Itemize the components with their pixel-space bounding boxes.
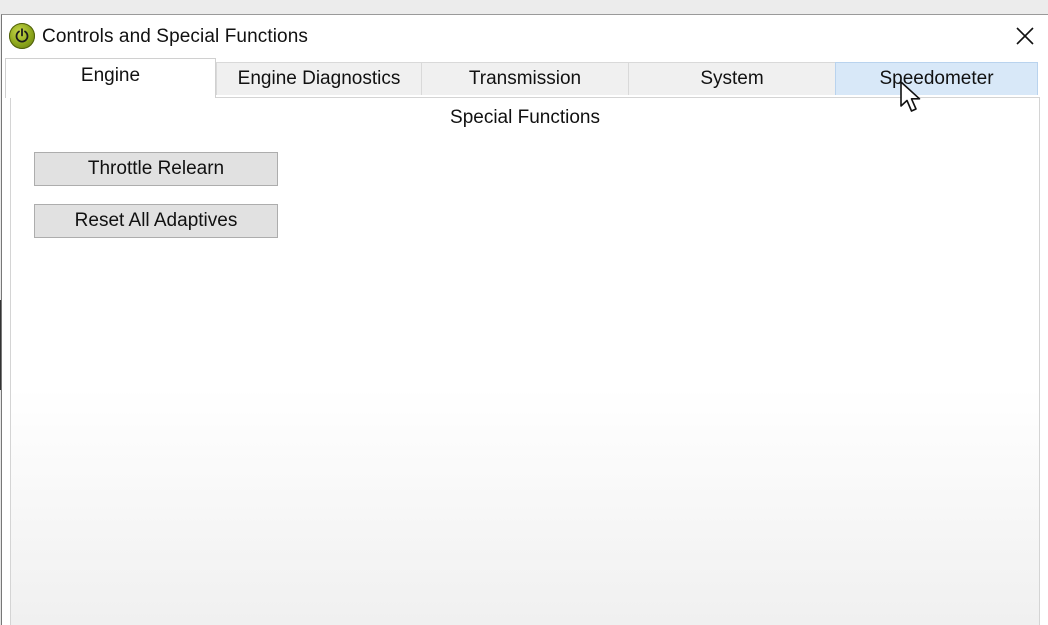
tab-engine[interactable]: Engine xyxy=(5,58,216,98)
tab-engine-diagnostics[interactable]: Engine Diagnostics xyxy=(216,62,422,95)
controls-window: Controls and Special Functions Engine En… xyxy=(1,14,1048,625)
section-title: Special Functions xyxy=(450,107,600,128)
window-title: Controls and Special Functions xyxy=(42,26,308,47)
reset-all-adaptives-button[interactable]: Reset All Adaptives xyxy=(34,204,278,238)
mouse-pointer-icon xyxy=(899,80,925,119)
close-button[interactable] xyxy=(1010,21,1040,51)
throttle-relearn-button[interactable]: Throttle Relearn xyxy=(34,152,278,186)
tab-system[interactable]: System xyxy=(628,62,836,95)
tab-transmission[interactable]: Transmission xyxy=(421,62,629,95)
engine-tab-panel: Special Functions Throttle Relearn Reset… xyxy=(10,97,1040,625)
tab-speedometer[interactable]: Speedometer xyxy=(835,62,1038,95)
close-icon xyxy=(1016,27,1034,45)
screen: Controls and Special Functions Engine En… xyxy=(0,0,1048,625)
tab-bar: Engine Engine Diagnostics Transmission S… xyxy=(3,58,1043,98)
power-icon xyxy=(9,23,35,49)
title-bar[interactable]: Controls and Special Functions xyxy=(2,15,1048,57)
